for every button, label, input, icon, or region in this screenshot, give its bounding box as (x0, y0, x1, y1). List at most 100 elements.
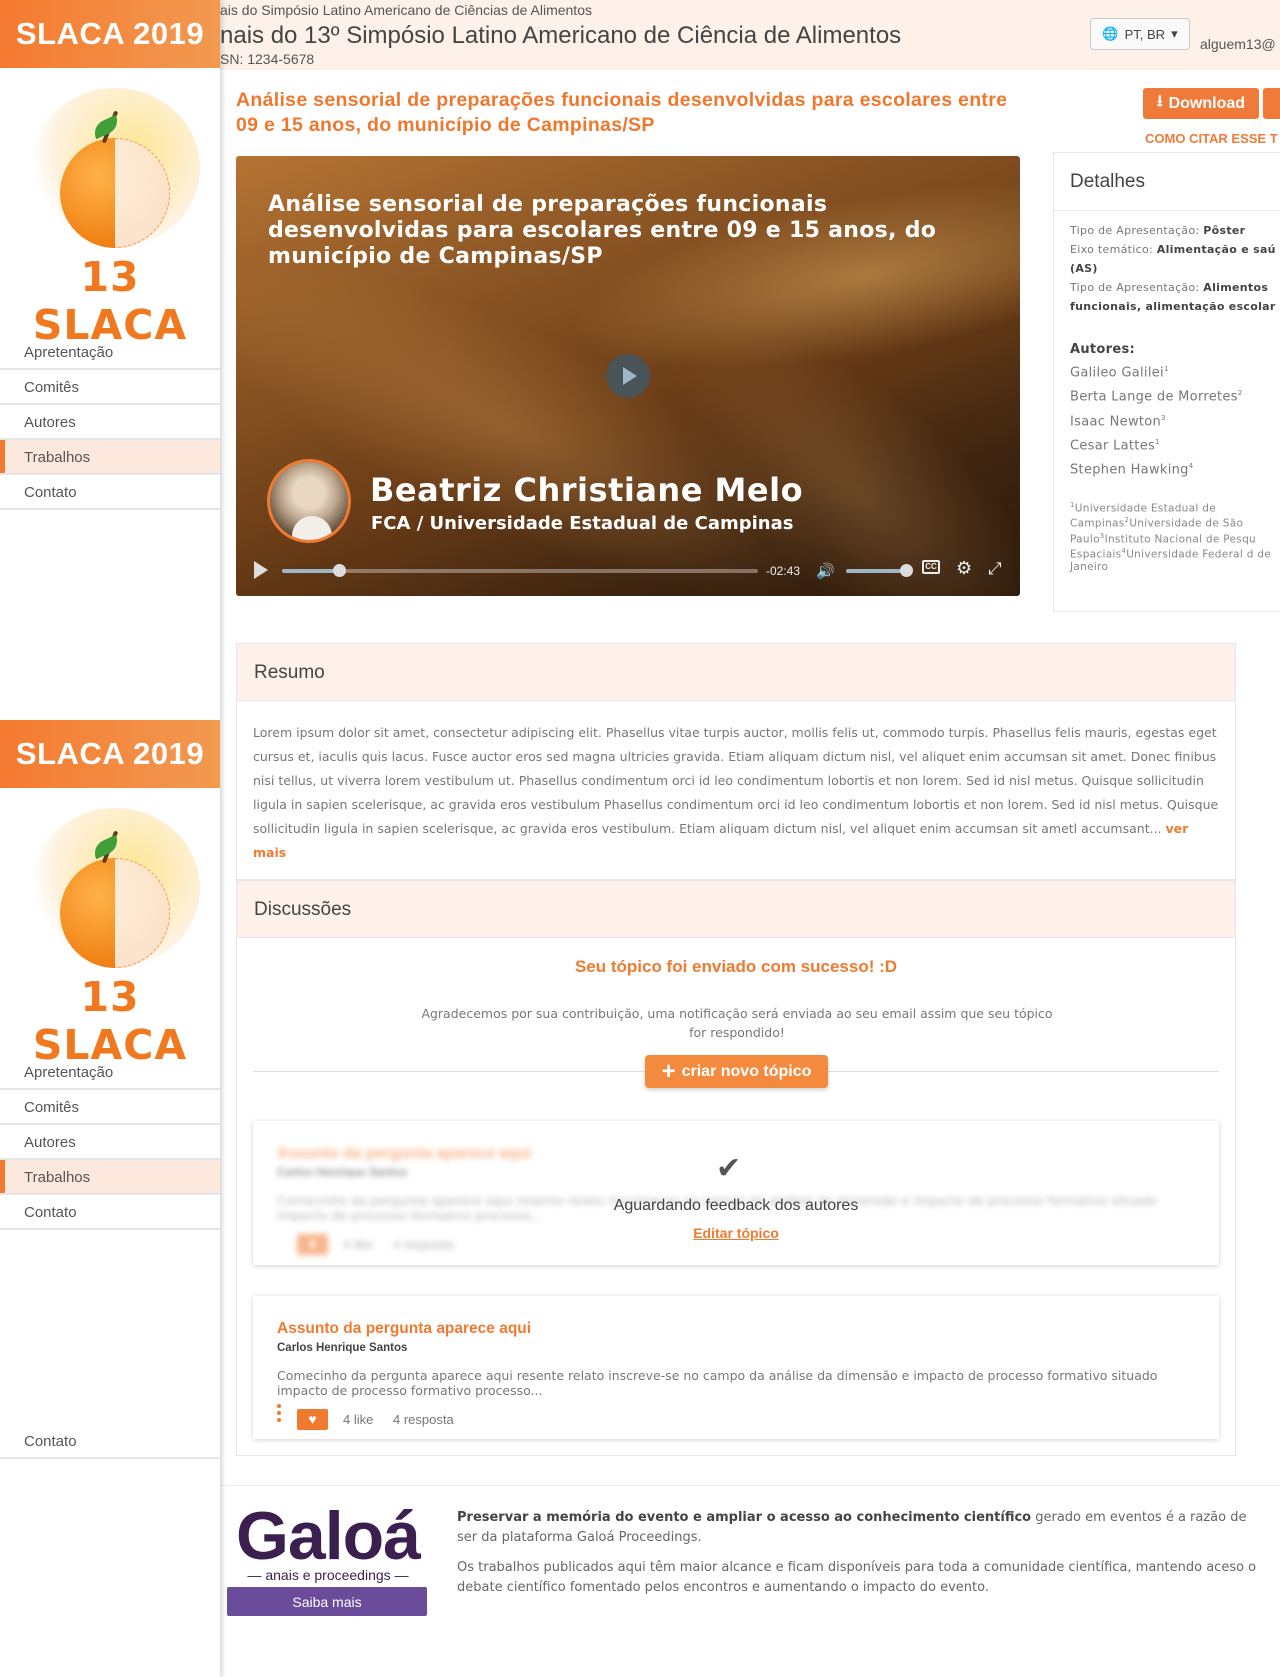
sidebar-item-trabalhos[interactable]: Trabalhos (0, 1160, 220, 1195)
play-icon[interactable] (254, 561, 268, 579)
language-label: PT, BR (1124, 26, 1166, 42)
author-name: Galileo Galilei (1070, 365, 1164, 381)
download-button[interactable]: ⭳ Download (1143, 88, 1259, 119)
author-item[interactable]: Isaac Newton3 (1070, 408, 1276, 432)
double-check-icon: ✔ (716, 1152, 742, 1185)
video-title: Análise sensorial de preparações funcion… (268, 192, 937, 269)
sidebar-item-comites[interactable]: Comitês (0, 370, 220, 405)
detail-row: Eixo temático: Alimentação e saú (AS) (1070, 240, 1276, 278)
footer-emphasis: Preservar a memória do evento e ampliar … (457, 1510, 1032, 1525)
author-item[interactable]: Stephen Hawking4 (1070, 456, 1276, 480)
language-selector[interactable]: 🌐 PT, BR ▾ (1090, 18, 1190, 50)
new-topic-label: criar novo tópico (681, 1062, 812, 1080)
globe-icon: 🌐 (1102, 26, 1119, 41)
event-logo[interactable]: 13 SLACA (0, 68, 220, 349)
center-play-button[interactable] (606, 354, 650, 398)
pending-overlay: ✔ Aguardando feedback dos autores Editar… (253, 1121, 1219, 1265)
detail-value: Pôster (1203, 224, 1246, 237)
like-count: 4 like (343, 1412, 374, 1427)
author-name: Cesar Lattes (1070, 438, 1156, 454)
event-logo[interactable]: 13 SLACA (0, 788, 220, 1069)
proceedings-name: ais do Simpósio Latino Americano de Ciên… (220, 2, 592, 18)
new-topic-button[interactable]: + criar novo tópico (645, 1055, 828, 1088)
edit-topic-link[interactable]: Editar tópico (253, 1225, 1219, 1241)
sidebar-item-apresentacao[interactable]: Apretentação (0, 1055, 220, 1090)
secondary-action-button[interactable] (1263, 88, 1280, 119)
pending-status: Aguardando feedback dos autores (613, 1197, 859, 1214)
sidebar-item-trabalhos[interactable]: Trabalhos (0, 440, 220, 475)
galoa-logo[interactable]: Galoá (233, 1497, 423, 1575)
footer-paragraph: Preservar a memória do evento e ampliar … (457, 1508, 1257, 1548)
footer-text: Preservar a memória do evento e ampliar … (457, 1508, 1257, 1608)
detail-label: Eixo temático: (1070, 243, 1153, 256)
question-author: Carlos Henrique Santos (277, 1342, 408, 1354)
learn-more-button[interactable]: Saiba mais (227, 1587, 427, 1616)
affiliations: 1Universidade Estadual de Campinas2Unive… (1070, 499, 1276, 573)
pending-topic-card: Assunto da pergunta aparece aqui Carlos … (253, 1121, 1219, 1265)
detail-label: Tipo de Apresentação: (1070, 281, 1200, 294)
footer-divider (220, 1485, 1280, 1486)
progress-handle[interactable] (333, 564, 347, 577)
issn: SN: 1234-5678 (220, 51, 315, 67)
volume-handle[interactable] (900, 564, 913, 577)
author-affil-sup: 4 (1188, 462, 1194, 471)
brand-banner[interactable]: SLACA 2019 (0, 720, 220, 788)
author-affil-sup: 1 (1155, 437, 1160, 446)
progress-fill (282, 569, 340, 573)
sidebar-item-contato[interactable]: Contato (0, 1195, 220, 1230)
sidebar-nav: Apretentação Comitês Autores Trabalhos C… (0, 1023, 220, 1230)
cite-link[interactable]: COMO CITAR ESSE T (1145, 131, 1278, 146)
author-item[interactable]: Cesar Lattes1 (1070, 432, 1276, 456)
sidebar-item-apresentacao[interactable]: Apretentação (0, 335, 220, 370)
author-item[interactable]: Galileo Galilei1 (1070, 359, 1276, 383)
author-affil-sup: 3 (1161, 413, 1166, 422)
question-excerpt: Comecinho da pergunta aparece aqui resen… (277, 1368, 1158, 1398)
gear-icon[interactable]: ⚙ (956, 558, 972, 579)
work-title: Análise sensorial de preparações funcion… (236, 89, 1008, 136)
discussions-heading: Discussões (237, 881, 1235, 938)
progress-bar[interactable] (282, 569, 758, 573)
dot (277, 1418, 281, 1422)
sidebar-item-autores[interactable]: Autores (0, 405, 220, 440)
sidebar-item-contato-ghost[interactable]: Contato (0, 1424, 220, 1459)
brand-banner[interactable]: SLACA 2019 (0, 0, 220, 68)
sidebar-item-contato[interactable]: Contato (0, 475, 220, 510)
dot (277, 1404, 281, 1408)
author-item[interactable]: Berta Lange de Morretes2 (1070, 383, 1276, 407)
details-body: Tipo de Apresentação: Pôster Eixo temáti… (1054, 211, 1280, 583)
volume-slider[interactable] (846, 569, 906, 573)
captions-icon[interactable]: CC (922, 560, 940, 574)
footer-paragraph: Os trabalhos publicados aqui têm maior a… (457, 1560, 1257, 1595)
details-card: Detalhes Tipo de Apresentação: Pôster Ei… (1053, 152, 1280, 612)
resumo-heading: Resumo (237, 644, 1235, 701)
author-affil-sup: 1 (1163, 365, 1169, 373)
details-heading: Detalhes (1054, 153, 1280, 211)
sidebar-duplicate: SLACA 2019 13 SLACA Apretentação Comitês… (0, 720, 220, 1240)
detail-row: Tipo de Apresentação: Pôster (1070, 221, 1276, 240)
play-icon (623, 367, 637, 385)
sidebar-item-autores[interactable]: Autores (0, 1125, 220, 1160)
more-options-icon[interactable] (277, 1404, 281, 1425)
sidebar-nav: Apretentação Comitês Autores Trabalhos C… (0, 303, 220, 510)
download-icon: ⭳ (1156, 93, 1163, 110)
volume-icon[interactable]: 🔊 (816, 562, 835, 580)
question-title[interactable]: Assunto da pergunta aparece aqui (277, 1320, 531, 1338)
user-email[interactable]: alguem13@ (1200, 36, 1276, 52)
detail-row: Tipo de Apresentação: Alimentos funciona… (1070, 278, 1276, 316)
sidebar-item-comites[interactable]: Comitês (0, 1090, 220, 1125)
galoa-tagline: — anais e proceedings — (247, 1567, 409, 1583)
author-name: Berta Lange de Morretes (1070, 389, 1238, 405)
authors-heading: Autores: (1070, 342, 1136, 357)
top-header: ais do Simpósio Latino Americano de Ciên… (220, 0, 1280, 70)
event-title: nais do 13º Simpósio Latino Americano de… (220, 22, 902, 49)
speaker-avatar (267, 459, 351, 543)
resumo-body: Lorem ipsum dolor sit amet, consectetur … (237, 701, 1235, 885)
time-remaining: -02:43 (766, 564, 801, 578)
reply-count[interactable]: 4 resposta (393, 1412, 454, 1427)
heart-icon[interactable]: ♥ (297, 1409, 328, 1430)
discussions-panel: Discussões Seu tópico foi enviado com su… (236, 880, 1236, 1456)
video-player[interactable]: Análise sensorial de preparações funcion… (236, 156, 1020, 596)
fullscreen-icon[interactable]: ⤢ (988, 559, 1002, 579)
question-card[interactable]: Assunto da pergunta aparece aqui Carlos … (253, 1296, 1219, 1439)
video-controls: -02:43 🔊 CC ⚙ ⤢ (236, 546, 1020, 596)
